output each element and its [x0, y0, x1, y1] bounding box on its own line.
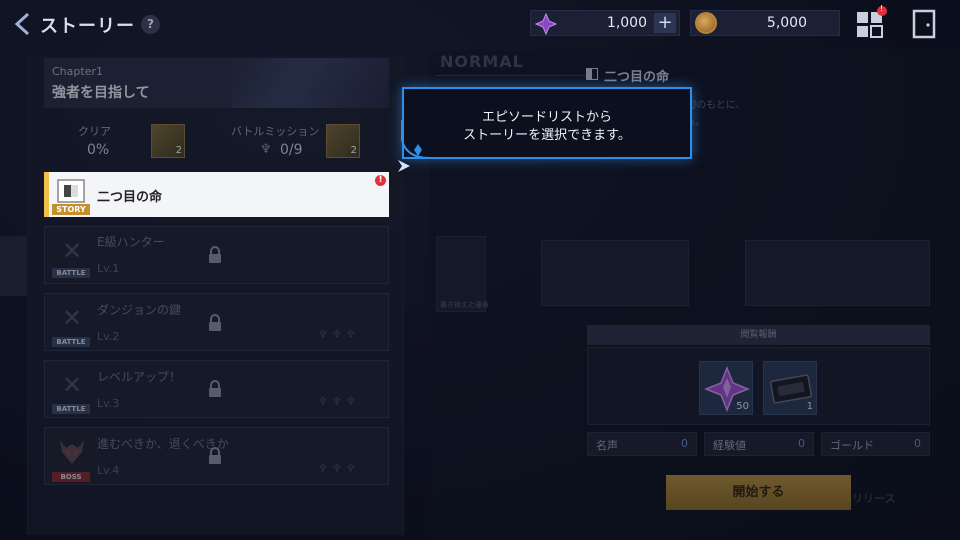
- exp-stat: 経験値 0: [704, 432, 814, 456]
- battle-tag: BATTLE: [52, 337, 90, 347]
- mission-value: 0/9: [280, 142, 303, 158]
- help-button[interactable]: ?: [141, 15, 160, 34]
- start-button[interactable]: 開始する: [666, 475, 851, 510]
- tooltip-line: エピソードリストから: [481, 110, 612, 125]
- difficulty-tab[interactable]: NORMAL: [440, 52, 524, 71]
- mission-reward[interactable]: 2: [326, 124, 360, 158]
- trophy-icon: ♆: [260, 142, 272, 157]
- episode-title: ダンジョンの鍵: [97, 303, 182, 317]
- reward-ticket[interactable]: 1: [763, 361, 817, 415]
- battle-icon: ✕: [61, 304, 83, 332]
- page-title: ストーリー: [40, 16, 135, 37]
- mission-trophies: ♆♆♆: [318, 462, 360, 475]
- fame-value: 0: [681, 437, 688, 450]
- episode-level: Lv.4: [97, 464, 120, 477]
- mission-trophies: ♆♆♆: [318, 395, 360, 408]
- story-tag: STORY: [52, 204, 90, 215]
- reward-count: 50: [736, 401, 749, 412]
- battle-icon: ✕: [61, 371, 83, 399]
- chapter-title: 強者を目指して: [52, 85, 150, 101]
- clear-value: 0%: [87, 142, 110, 158]
- chapter-number: Chapter1: [52, 65, 103, 78]
- clear-reward[interactable]: 2: [151, 124, 185, 158]
- clear-label: クリア: [78, 125, 111, 138]
- story-thumbnail[interactable]: [541, 240, 689, 306]
- mission-reward-count: 2: [350, 145, 357, 156]
- background-art: [0, 236, 28, 296]
- gem-amount: 1,000: [606, 15, 647, 31]
- fame-label: 名声: [596, 439, 618, 452]
- crystal-icon: [535, 13, 557, 35]
- new-alert-icon: !: [375, 175, 386, 186]
- gold-currency: 5,000: [690, 10, 840, 36]
- exp-label: 経験値: [713, 439, 746, 452]
- add-gem-button[interactable]: +: [654, 13, 676, 33]
- episode-detail-title: 二つ目の命: [604, 70, 670, 85]
- lock-icon: [209, 447, 221, 464]
- episode-item-active[interactable]: [44, 172, 389, 217]
- lock-icon: [209, 314, 221, 331]
- gold-stat: ゴールド 0: [821, 432, 930, 456]
- battle-tag: BATTLE: [52, 404, 90, 414]
- story-book-icon: [586, 68, 598, 80]
- notification-mark: !: [880, 4, 884, 13]
- chapter-art: [232, 58, 389, 108]
- boss-demon-icon: [60, 440, 84, 464]
- gold-amount: 5,000: [766, 15, 807, 31]
- tooltip-line: ストーリーを選択できます。: [463, 128, 631, 143]
- episode-level: Lv.2: [97, 330, 120, 343]
- lock-icon: [209, 380, 221, 397]
- mission-trophies: ♆♆♆: [318, 328, 360, 341]
- gold-value: 0: [914, 437, 921, 450]
- back-button[interactable]: [10, 10, 34, 38]
- episode-level: Lv.3: [97, 397, 120, 410]
- episode-title: レベルアップ！: [97, 370, 182, 384]
- exp-value: 0: [798, 437, 805, 450]
- reward-crystal[interactable]: 50: [699, 361, 753, 415]
- boss-tag: BOSS: [52, 472, 90, 482]
- exit-door-button[interactable]: [910, 8, 938, 40]
- reward-count: 1: [806, 401, 813, 412]
- episode-title-active: 二つ目の命: [97, 190, 163, 205]
- coin-icon: [695, 12, 717, 34]
- thumbnail-caption: 書き換えた運命: [440, 301, 489, 309]
- reward-panel: [587, 347, 930, 425]
- clear-reward-count: 2: [175, 145, 182, 156]
- reward-header: 閲覧報酬: [587, 325, 930, 345]
- lock-icon: [209, 246, 221, 263]
- mission-label: バトルミッション: [231, 125, 320, 138]
- release-button[interactable]: リリース: [852, 490, 895, 506]
- fame-stat: 名声 0: [587, 432, 697, 456]
- episode-title: E級ハンター: [97, 235, 165, 249]
- battle-tag: BATTLE: [52, 268, 90, 278]
- gold-label: ゴールド: [830, 439, 874, 452]
- notification-badge: !: [877, 4, 887, 16]
- episode-level: Lv.1: [97, 262, 120, 275]
- story-thumbnail[interactable]: [745, 240, 930, 306]
- battle-icon: ✕: [61, 237, 83, 265]
- difficulty-underline: [436, 75, 586, 76]
- gem-currency: 1,000 +: [530, 10, 680, 36]
